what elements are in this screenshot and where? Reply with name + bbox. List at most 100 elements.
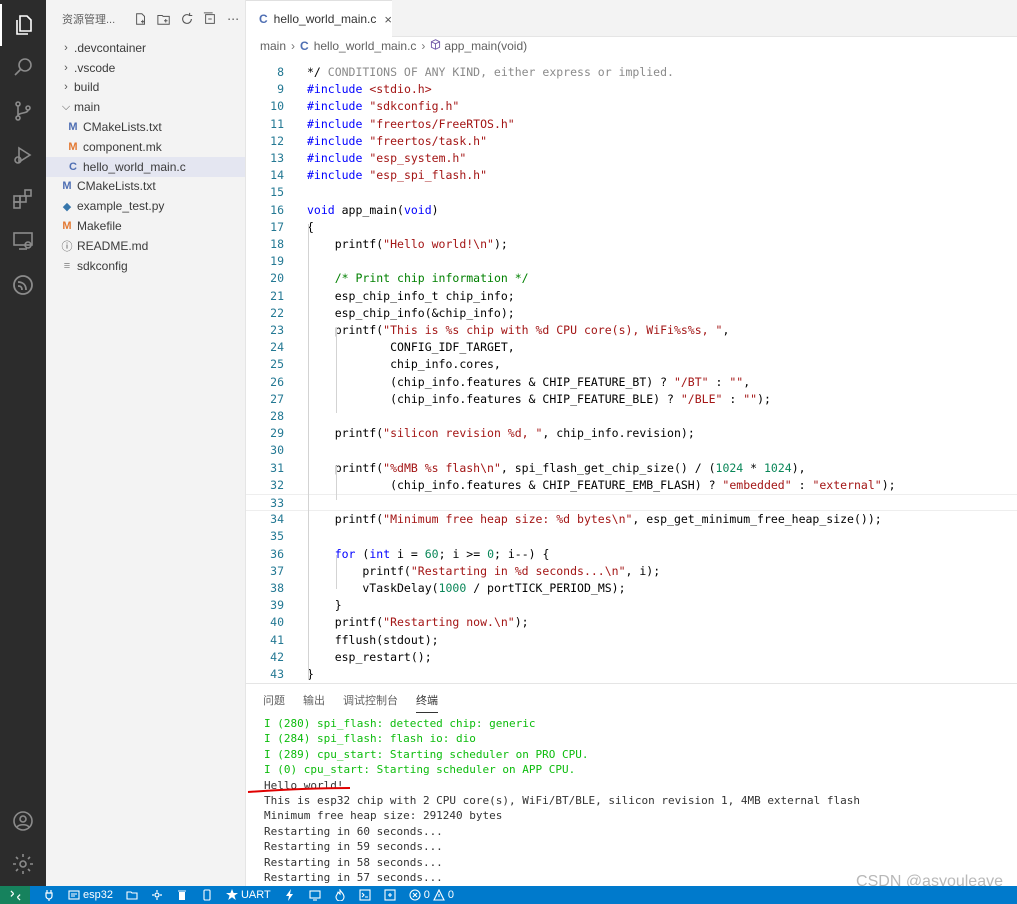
more-actions-icon[interactable]: ⋯ bbox=[226, 12, 240, 26]
tree-item-label: CMakeLists.txt bbox=[83, 120, 162, 135]
folder-icon[interactable] bbox=[126, 889, 138, 901]
flash-icon[interactable] bbox=[284, 889, 296, 901]
code-line: 41 fflush(stdout); bbox=[246, 632, 1017, 649]
tree-item[interactable]: M Makefile bbox=[46, 216, 245, 236]
cylinder-icon[interactable] bbox=[201, 889, 213, 901]
warnings-count: 0 bbox=[447, 889, 454, 901]
espressif-icon[interactable] bbox=[0, 264, 46, 306]
plug-icon[interactable] bbox=[43, 889, 55, 901]
code-token: ; i >= bbox=[438, 546, 488, 561]
breadcrumb-folder[interactable]: main bbox=[260, 39, 286, 53]
tab-hello-world-main[interactable]: C hello_world_main.c × bbox=[246, 0, 392, 37]
line-number: 35 bbox=[270, 529, 284, 544]
target-select[interactable]: esp32 bbox=[68, 889, 113, 901]
code-token: #include bbox=[307, 99, 363, 114]
code-token: ) bbox=[431, 202, 439, 217]
tree-item-label: .vscode bbox=[74, 60, 116, 75]
code-token: , bbox=[743, 374, 751, 389]
code-line: 24 CONFIG_IDF_TARGET, bbox=[246, 339, 1017, 356]
new-file-icon[interactable] bbox=[134, 12, 148, 26]
code-text: for (int i = 60; i >= 0; i--) { bbox=[307, 546, 550, 563]
refresh-icon[interactable] bbox=[180, 12, 194, 26]
terminal-output[interactable]: I (280) spi_flash: detected chip: generi… bbox=[246, 716, 1017, 885]
settings-file-icon: ≡ bbox=[63, 259, 71, 272]
monitor-icon[interactable] bbox=[309, 889, 321, 901]
code-line-partial: CONDITIONS OF ANY KIND, either express o… bbox=[246, 55, 1017, 79]
uart-select[interactable]: UART bbox=[225, 889, 271, 901]
chevron-right-icon[interactable]: › bbox=[60, 62, 72, 74]
line-number: 8 bbox=[277, 65, 284, 79]
tree-item[interactable]: Mcomponent.mk bbox=[46, 137, 245, 157]
explorer-icon[interactable] bbox=[0, 4, 46, 46]
code-line: 23 printf("This is %s chip with %d CPU c… bbox=[246, 322, 1017, 339]
tree-item[interactable]: › build bbox=[46, 78, 245, 98]
tree-item[interactable]: › .devcontainer bbox=[46, 38, 245, 58]
close-icon[interactable]: × bbox=[384, 12, 392, 27]
tree-item[interactable]: Chello_world_main.c bbox=[46, 156, 245, 177]
status-bar: esp32 UART 0 0 bbox=[0, 886, 1017, 904]
new-folder-icon[interactable] bbox=[157, 12, 171, 26]
code-text: (chip_info.features & CHIP_FEATURE_EMB_F… bbox=[307, 477, 896, 494]
tree-item[interactable]: ≡ sdkconfig bbox=[46, 256, 245, 276]
tree-item[interactable]: M CMakeLists.txt bbox=[46, 117, 245, 137]
tab-problems[interactable]: 问题 bbox=[263, 688, 285, 712]
code-text: (chip_info.features & CHIP_FEATURE_BLE) … bbox=[307, 391, 771, 408]
account-icon[interactable] bbox=[0, 800, 46, 842]
code-text: printf("Restarting now.\n"); bbox=[307, 614, 529, 631]
terminal-icon[interactable] bbox=[359, 889, 371, 901]
chevron-down-icon[interactable]: ⌵ bbox=[60, 101, 72, 114]
tree-item[interactable]: › .vscode bbox=[46, 58, 245, 78]
code-line: 15 bbox=[246, 184, 1017, 201]
remote-explorer-icon[interactable] bbox=[0, 220, 46, 262]
code-line: 37 printf("Restarting in %d seconds...\n… bbox=[246, 563, 1017, 580]
code-text: printf("This is %s chip with %d CPU core… bbox=[307, 322, 730, 339]
remote-icon[interactable] bbox=[0, 886, 30, 904]
code-token: printf( bbox=[307, 563, 411, 578]
line-number: 39 bbox=[270, 598, 284, 613]
code-token: */ bbox=[307, 65, 321, 79]
code-token: (chip_info.features & CHIP_FEATURE_BLE) … bbox=[307, 391, 681, 406]
settings-gear-icon[interactable] bbox=[0, 843, 46, 885]
tree-item-label: main bbox=[74, 100, 101, 115]
run-debug-icon[interactable] bbox=[0, 134, 46, 176]
code-token: ); bbox=[881, 477, 896, 492]
tree-item[interactable]: ⌵ main bbox=[46, 97, 245, 117]
tab-debug-console[interactable]: 调试控制台 bbox=[343, 688, 398, 712]
search-icon[interactable] bbox=[0, 46, 46, 88]
c-file-icon: C bbox=[69, 160, 77, 173]
code-line: 33 bbox=[246, 494, 1017, 512]
tree-item-label: README.md bbox=[77, 238, 149, 253]
line-number: 28 bbox=[270, 409, 284, 423]
code-token: ), bbox=[791, 460, 806, 475]
extensions-icon[interactable] bbox=[0, 178, 46, 220]
tab-terminal[interactable]: 终端 bbox=[416, 688, 438, 713]
tab-output[interactable]: 输出 bbox=[303, 688, 325, 712]
code-editor[interactable]: CONDITIONS OF ANY KIND, either express o… bbox=[246, 55, 1017, 683]
code-token: printf( bbox=[307, 237, 384, 251]
makefile-icon: M bbox=[68, 140, 78, 153]
build-icon[interactable] bbox=[384, 889, 396, 901]
code-text: printf("Restarting in %d seconds...\n", … bbox=[307, 563, 660, 580]
code-text: */ bbox=[307, 64, 321, 81]
tree-item[interactable]: ⓘ README.md bbox=[46, 236, 245, 256]
source-control-icon[interactable] bbox=[0, 90, 46, 132]
tree-item-label: build bbox=[74, 80, 100, 95]
tree-item-label: example_test.py bbox=[77, 199, 165, 214]
code-token: "" bbox=[743, 391, 758, 406]
chevron-right-icon[interactable]: › bbox=[60, 42, 72, 54]
trash-icon[interactable] bbox=[176, 889, 188, 901]
collapse-all-icon[interactable] bbox=[203, 12, 217, 26]
code-token: void bbox=[307, 202, 335, 217]
tree-item[interactable]: M CMakeLists.txt bbox=[46, 177, 245, 197]
chevron-right-icon[interactable]: › bbox=[60, 81, 72, 93]
problems-indicator[interactable]: 0 0 bbox=[409, 889, 454, 901]
line-number: 43 bbox=[270, 667, 284, 681]
breadcrumb-file[interactable]: hello_world_main.c bbox=[314, 39, 417, 53]
breadcrumb-symbol[interactable]: app_main(void) bbox=[444, 39, 527, 53]
tree-item[interactable]: ◆ example_test.py bbox=[46, 196, 245, 216]
code-token: i = bbox=[390, 546, 425, 561]
flame-icon[interactable] bbox=[334, 889, 346, 901]
code-token: for bbox=[334, 546, 356, 561]
gear-icon[interactable] bbox=[151, 889, 163, 901]
code-text: void app_main(void) bbox=[307, 202, 439, 219]
